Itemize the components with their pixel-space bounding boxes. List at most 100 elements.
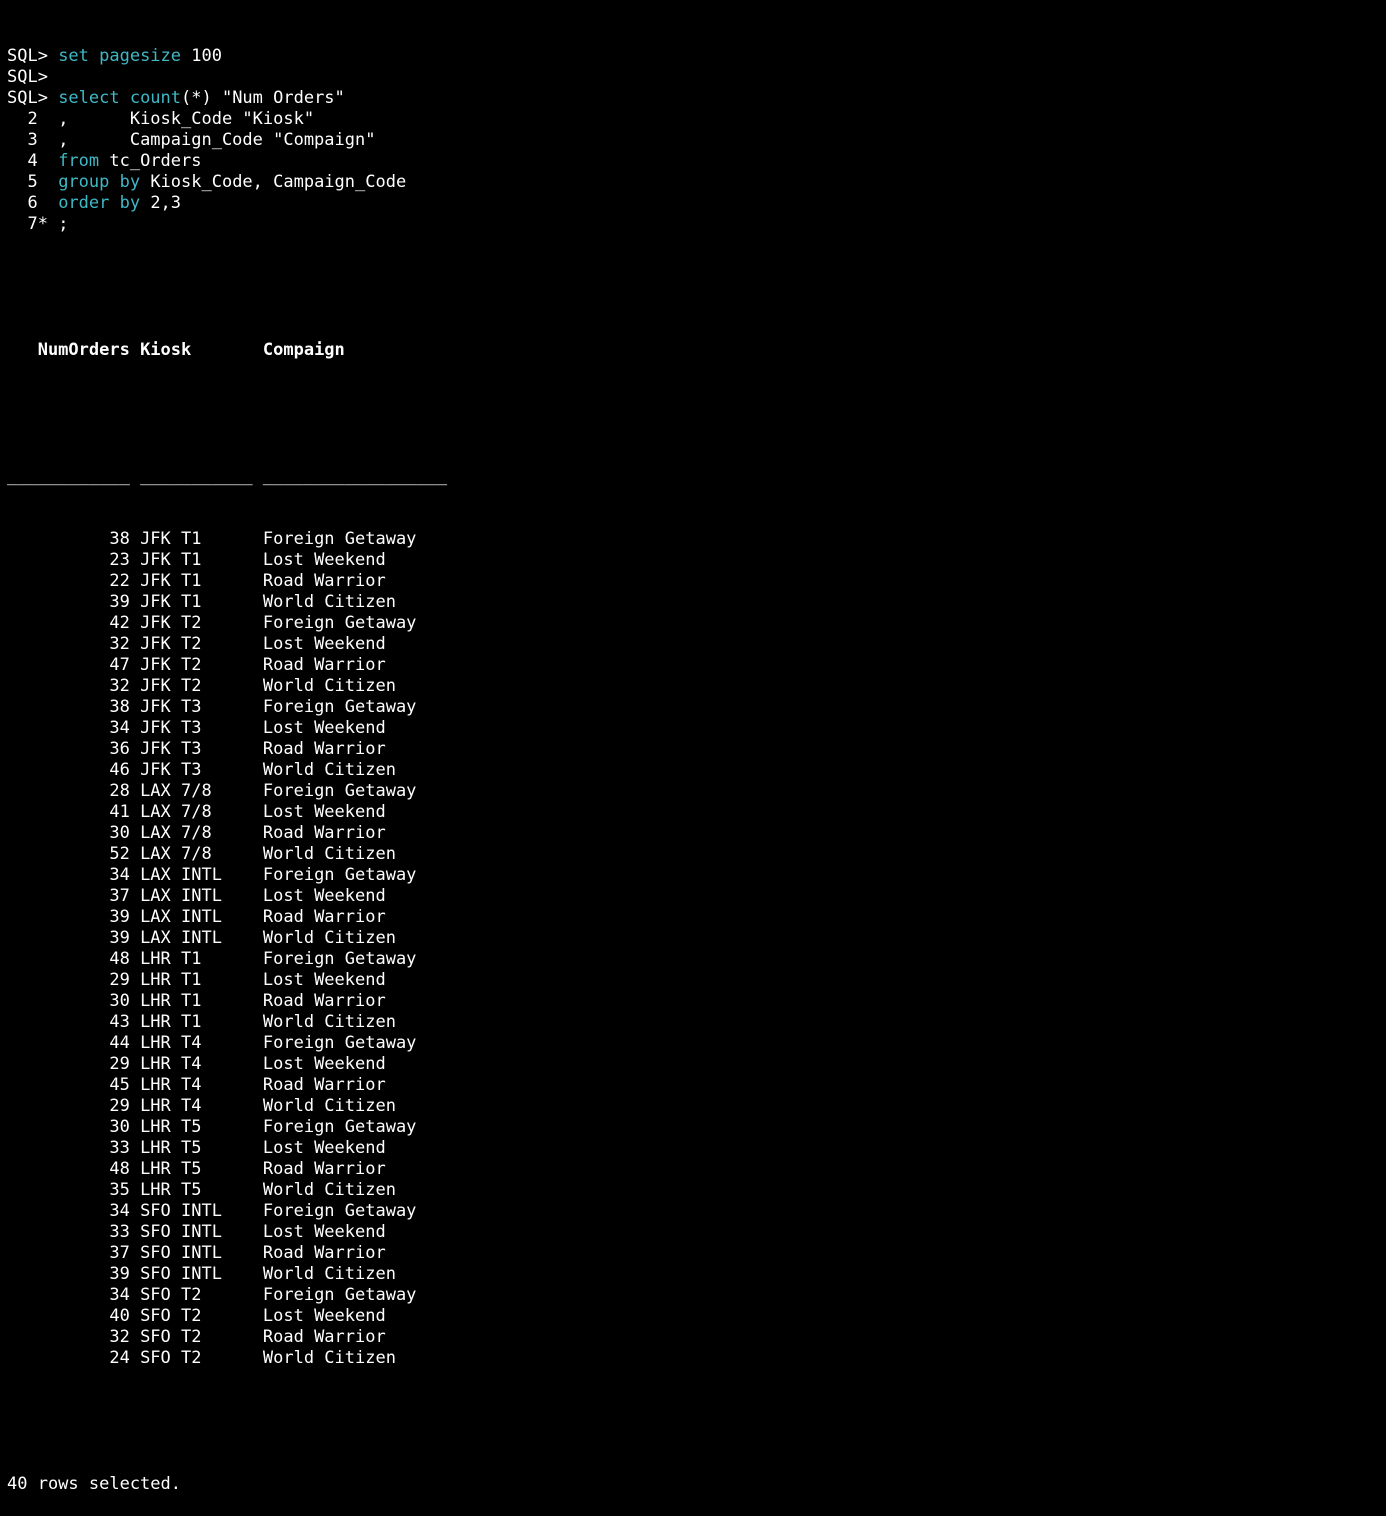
cell-numorders: 46 (7, 760, 130, 780)
table-row: 39 LAX INTL Road Warrior (7, 907, 447, 928)
table-row: 37 SFO INTL Road Warrior (7, 1243, 447, 1264)
cell-numorders: 29 (7, 1096, 130, 1116)
table-row: 35 LHR T5 World Citizen (7, 1180, 447, 1201)
cell-numorders: 38 (7, 529, 130, 549)
cell-numorders: 30 (7, 1117, 130, 1137)
sql-prompt-line: SQL> select count(*) "Num Orders" (7, 88, 447, 109)
table-row: 33 SFO INTL Lost Weekend (7, 1222, 447, 1243)
sql-text: , Kiosk_Code "Kiosk" (58, 109, 315, 129)
sql-text: Kiosk_Code, Campaign_Code (140, 172, 407, 192)
cell-compaign: Foreign Getaway (252, 613, 417, 633)
table-row: 47 JFK T2 Road Warrior (7, 655, 447, 676)
cell-numorders: 30 (7, 823, 130, 843)
table-row: 41 LAX 7/8 Lost Weekend (7, 802, 447, 823)
cell-kiosk: JFK T3 (129, 739, 253, 759)
sql-prompt-line: SQL> set pagesize 100 (7, 46, 447, 67)
cell-kiosk: SFO T2 (129, 1327, 253, 1347)
table-row: 46 JFK T3 World Citizen (7, 760, 447, 781)
table-row: 30 LAX 7/8 Road Warrior (7, 823, 447, 844)
header-kiosk: Kiosk (129, 340, 253, 360)
cell-kiosk: LHR T5 (129, 1159, 253, 1179)
cell-numorders: 37 (7, 1243, 130, 1263)
cell-compaign: Road Warrior (252, 655, 386, 675)
terminal-output[interactable]: SQL> set pagesize 100 SQL> SQL> select cou… (7, 4, 447, 1516)
cell-compaign: Road Warrior (252, 1327, 386, 1347)
table-row: 48 LHR T5 Road Warrior (7, 1159, 447, 1180)
cell-kiosk: JFK T2 (129, 676, 253, 696)
line-number: 2 (7, 109, 59, 129)
cell-numorders: 42 (7, 613, 130, 633)
table-row: 48 LHR T1 Foreign Getaway (7, 949, 447, 970)
table-row: 34 JFK T3 Lost Weekend (7, 718, 447, 739)
cell-kiosk: SFO INTL (129, 1222, 253, 1242)
cell-numorders: 32 (7, 1327, 130, 1347)
cell-compaign: Foreign Getaway (252, 949, 417, 969)
cell-compaign: Road Warrior (252, 571, 386, 591)
cell-kiosk: LHR T5 (129, 1117, 253, 1137)
cell-numorders: 39 (7, 907, 130, 927)
cell-compaign: World Citizen (252, 1264, 396, 1284)
table-row: 43 LHR T1 World Citizen (7, 1012, 447, 1033)
cell-compaign: Foreign Getaway (252, 697, 417, 717)
column-underline: ____________ (7, 466, 130, 486)
cell-compaign: World Citizen (252, 760, 396, 780)
cell-compaign: World Citizen (252, 928, 396, 948)
sql-text: ; (58, 214, 69, 234)
table-row: 29 LHR T1 Lost Weekend (7, 970, 447, 991)
cell-kiosk: LAX INTL (129, 865, 253, 885)
line-number: 3 (7, 130, 59, 150)
table-row: 34 SFO T2 Foreign Getaway (7, 1285, 447, 1306)
cell-numorders: 29 (7, 1054, 130, 1074)
sql-keyword: set pagesize (58, 46, 182, 66)
table-row: 30 LHR T5 Foreign Getaway (7, 1117, 447, 1138)
table-row: 30 LHR T1 Road Warrior (7, 991, 447, 1012)
cell-compaign: Foreign Getaway (252, 529, 417, 549)
table-row: 42 JFK T2 Foreign Getaway (7, 613, 447, 634)
cell-kiosk: JFK T2 (129, 655, 253, 675)
cell-compaign: Road Warrior (252, 1243, 386, 1263)
table-row: 39 JFK T1 World Citizen (7, 592, 447, 613)
cell-numorders: 47 (7, 655, 130, 675)
cell-compaign: Lost Weekend (252, 1138, 386, 1158)
cell-numorders: 32 (7, 676, 130, 696)
cell-numorders: 34 (7, 865, 130, 885)
sql-continuation-line: 5 group by Kiosk_Code, Campaign_Code (7, 172, 447, 193)
cell-numorders: 48 (7, 1159, 130, 1179)
cell-kiosk: JFK T3 (129, 718, 253, 738)
table-row: 39 LAX INTL World Citizen (7, 928, 447, 949)
cell-numorders: 44 (7, 1033, 130, 1053)
table-row: 28 LAX 7/8 Foreign Getaway (7, 781, 447, 802)
sql-continuation-line: 6 order by 2,3 (7, 193, 447, 214)
cell-numorders: 36 (7, 739, 130, 759)
cell-compaign: World Citizen (252, 592, 396, 612)
sql-continuation-line: 4 from tc_Orders (7, 151, 447, 172)
table-row: 34 SFO INTL Foreign Getaway (7, 1201, 447, 1222)
cell-numorders: 30 (7, 991, 130, 1011)
sql-command-block: SQL> set pagesize 100 SQL> SQL> select cou… (7, 46, 447, 235)
cell-compaign: Foreign Getaway (252, 781, 417, 801)
cell-kiosk: LHR T1 (129, 970, 253, 990)
cell-numorders: 22 (7, 571, 130, 591)
cell-compaign: Road Warrior (252, 1075, 386, 1095)
line-number: 4 (7, 151, 59, 171)
cell-compaign: World Citizen (252, 676, 396, 696)
cell-kiosk: JFK T1 (129, 571, 253, 591)
cell-kiosk: LAX INTL (129, 928, 253, 948)
cell-kiosk: JFK T1 (129, 592, 253, 612)
cell-numorders: 45 (7, 1075, 130, 1095)
sql-keyword: from (58, 151, 100, 171)
cell-kiosk: LHR T1 (129, 991, 253, 1011)
sql-continuation-line: 2 , Kiosk_Code "Kiosk" (7, 109, 447, 130)
table-row: 44 LHR T4 Foreign Getaway (7, 1033, 447, 1054)
cell-numorders: 34 (7, 1285, 130, 1305)
cell-numorders: 41 (7, 802, 130, 822)
sql-prompt: SQL> (7, 88, 59, 108)
cell-kiosk: LHR T5 (129, 1138, 253, 1158)
line-number: 6 (7, 193, 59, 213)
cell-numorders: 35 (7, 1180, 130, 1200)
cell-numorders: 34 (7, 1201, 130, 1221)
cell-kiosk: LAX 7/8 (129, 823, 253, 843)
cell-compaign: Foreign Getaway (252, 1201, 417, 1221)
cell-numorders: 43 (7, 1012, 130, 1032)
sql-continuation-line: 3 , Campaign_Code "Compaign" (7, 130, 447, 151)
